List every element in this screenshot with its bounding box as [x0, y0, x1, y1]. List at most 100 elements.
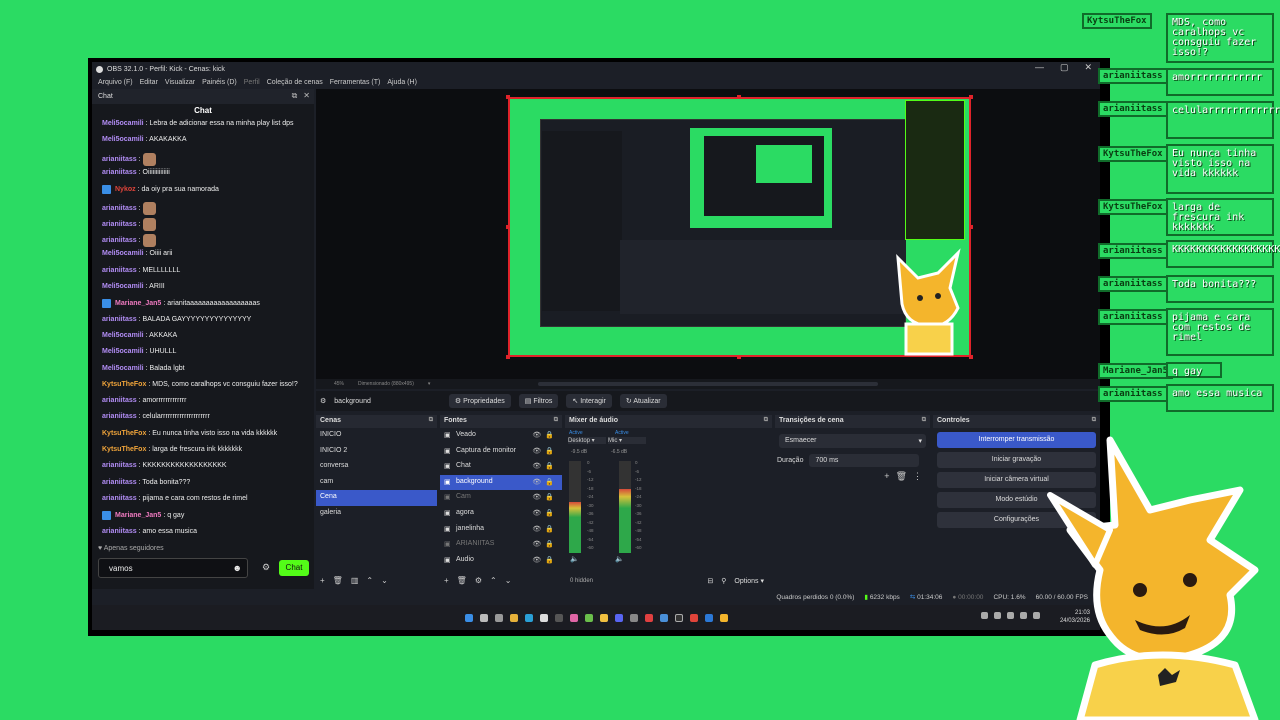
chat-username[interactable]: Mariane_Jan5 [115, 300, 161, 307]
chat-username[interactable]: arianiitass [102, 479, 137, 486]
chat-username[interactable]: Meli5ocamili [102, 120, 144, 127]
edge-icon[interactable] [524, 613, 533, 622]
resize-handle[interactable] [737, 355, 741, 359]
close-icon[interactable]: ✕ [1084, 62, 1092, 73]
tray-icon[interactable] [994, 612, 1001, 619]
chat-username[interactable]: arianiitass [102, 413, 137, 420]
chevron-up-icon[interactable]: ⌃ [490, 576, 497, 585]
scene-item[interactable]: INICIO [316, 428, 437, 444]
chat-username[interactable]: arianiitass [102, 221, 137, 228]
chat-username[interactable]: arianiitass [102, 267, 137, 274]
menu-profile[interactable]: Perfil [244, 79, 260, 86]
app-icon[interactable] [569, 613, 578, 622]
chat-username[interactable]: KytsuTheFox [102, 381, 146, 388]
menu-file[interactable]: Arquivo (F) [98, 79, 133, 86]
windows-start-icon[interactable] [464, 613, 473, 622]
zoom-dimensions[interactable]: Dimensionado (880x495) [358, 381, 414, 387]
preview-scrollbar[interactable] [538, 382, 878, 386]
desktop-channel-name[interactable]: Desktop ▾ [568, 437, 606, 444]
chat-username[interactable]: Meli5ocamili [102, 250, 144, 257]
chat-settings-gear-icon[interactable]: ⚙ [262, 562, 270, 573]
source-item[interactable]: ▣ Chat 👁🔒 [440, 459, 562, 475]
chat-username[interactable]: Mariane_Jan5 [115, 512, 161, 519]
file-explorer-icon[interactable] [509, 613, 518, 622]
menu-tools[interactable]: Ferramentas (T) [330, 79, 381, 86]
link-icon[interactable]: ⚲ [721, 577, 726, 585]
app-icon[interactable] [629, 613, 638, 622]
chevron-up-icon[interactable]: ⌃ [366, 576, 373, 585]
chevron-down-icon[interactable]: ▾ [428, 381, 431, 387]
obs-icon[interactable] [674, 613, 683, 622]
search-icon[interactable] [479, 613, 488, 622]
store-icon[interactable] [539, 613, 548, 622]
chat-username[interactable]: arianiitass [102, 528, 137, 535]
more-icon[interactable]: ⋮ [913, 471, 922, 482]
menu-edit[interactable]: Editar [140, 79, 158, 86]
chevron-down-icon[interactable]: ⌄ [381, 576, 388, 585]
chrome-icon[interactable] [719, 613, 728, 622]
resize-handle[interactable] [506, 225, 510, 229]
resize-handle[interactable] [506, 355, 510, 359]
trash-icon[interactable]: 🗑 [457, 576, 467, 585]
visibility-lock-icon[interactable]: 👁🔒 [532, 509, 558, 517]
chat-username[interactable]: Meli5ocamili [102, 332, 144, 339]
chat-username[interactable]: Meli5ocamili [102, 365, 144, 372]
app-icon[interactable] [554, 613, 563, 622]
visibility-lock-icon[interactable]: 👁🔒 [532, 478, 558, 486]
source-item[interactable]: ▣ Veado 👁🔒 [440, 428, 562, 444]
minimize-icon[interactable]: — [1035, 62, 1044, 73]
vscode-icon[interactable] [704, 613, 713, 622]
resize-handle[interactable] [506, 95, 510, 99]
chat-username[interactable]: Meli5ocamili [102, 136, 144, 143]
tray-icon[interactable] [1007, 612, 1014, 619]
app-icon[interactable] [644, 613, 653, 622]
tray-icon[interactable] [1033, 612, 1040, 619]
chat-username[interactable]: arianiitass [102, 205, 137, 212]
source-item[interactable]: ▣ background 👁🔒 [440, 474, 562, 491]
chat-username[interactable]: Meli5ocamili [102, 283, 144, 290]
scene-item[interactable]: conversa [316, 459, 437, 475]
add-icon[interactable]: + [444, 576, 449, 585]
filter-icon[interactable]: ▥ [351, 576, 359, 585]
visibility-lock-icon[interactable]: 👁🔒 [532, 556, 558, 564]
chat-send-button[interactable]: Chat [279, 560, 309, 576]
desktop-mute-icon[interactable]: 🔈 [570, 555, 579, 563]
app-icon[interactable] [599, 613, 608, 622]
duration-input[interactable]: 700 ms [809, 454, 920, 467]
scene-item[interactable]: cam [316, 475, 437, 491]
options-button[interactable]: Options ▾ [734, 577, 764, 585]
emoji-icon[interactable]: ☻ [233, 563, 242, 573]
maximize-icon[interactable]: ▢ [1060, 62, 1069, 73]
app-icon[interactable] [689, 613, 698, 622]
chat-input[interactable]: vamos ☻ [98, 558, 248, 578]
resize-handle[interactable] [969, 95, 973, 99]
chat-username[interactable]: Nykoz [115, 186, 136, 193]
menu-docks[interactable]: Painéis (D) [202, 79, 237, 86]
mic-mute-icon[interactable]: 🔈 [615, 555, 624, 563]
mic-channel-name[interactable]: Mic ▾ [608, 437, 646, 444]
menu-scene-collection[interactable]: Coleção de cenas [267, 79, 323, 86]
close-dock-icon[interactable]: ✕ [303, 91, 310, 101]
add-icon[interactable]: + [884, 471, 889, 482]
refresh-button[interactable]: ↻ Atualizar [619, 394, 667, 408]
scene-item[interactable]: Cena [316, 490, 437, 506]
app-icon[interactable] [584, 613, 593, 622]
interact-button[interactable]: ↖ Interagir [566, 394, 612, 408]
source-item[interactable]: ▣ agora 👁🔒 [440, 506, 562, 522]
visibility-lock-icon[interactable]: 👁🔒 [532, 462, 558, 470]
menu-view[interactable]: Visualizar [165, 79, 195, 86]
visibility-lock-icon[interactable]: 👁🔒 [532, 431, 558, 439]
chat-username[interactable]: arianiitass [102, 495, 137, 502]
resize-handle[interactable] [737, 95, 741, 99]
properties-button[interactable]: ⚙ Propriedades [448, 394, 511, 408]
gear-icon[interactable]: ⚙ [475, 576, 482, 585]
tray-icon[interactable] [1020, 612, 1027, 619]
menu-help[interactable]: Ajuda (H) [387, 79, 417, 86]
source-item[interactable]: ▣ ARIANIITAS 👁🔒 [440, 537, 562, 553]
chat-username[interactable]: arianiitass [102, 316, 137, 323]
filters-button[interactable]: ▤ Filtros [518, 394, 559, 408]
resize-handle[interactable] [969, 355, 973, 359]
chat-username[interactable]: arianiitass [102, 462, 137, 469]
source-item[interactable]: ▣ janelinha 👁🔒 [440, 522, 562, 538]
visibility-lock-icon[interactable]: 👁🔒 [532, 447, 558, 455]
